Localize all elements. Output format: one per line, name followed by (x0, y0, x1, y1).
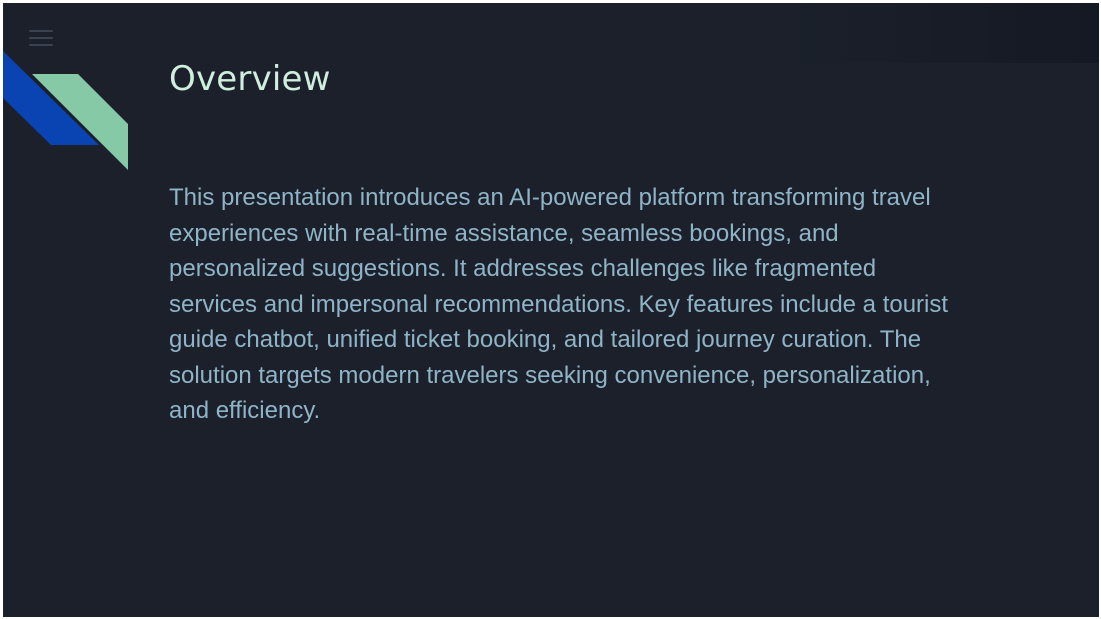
slide-top-shade (783, 3, 1099, 63)
slide-body-text: This presentation introduces an AI-power… (169, 184, 949, 424)
menu-line (29, 30, 53, 32)
slide-title: Overview (169, 59, 331, 99)
slide-corner-decoration (3, 51, 128, 170)
menu-line (29, 44, 53, 46)
viewer-frame: Overview This presentation introduces an… (0, 0, 1101, 619)
hamburger-menu-icon[interactable] (25, 27, 55, 49)
menu-line (29, 37, 53, 39)
presentation-slide: Overview This presentation introduces an… (3, 3, 1099, 617)
